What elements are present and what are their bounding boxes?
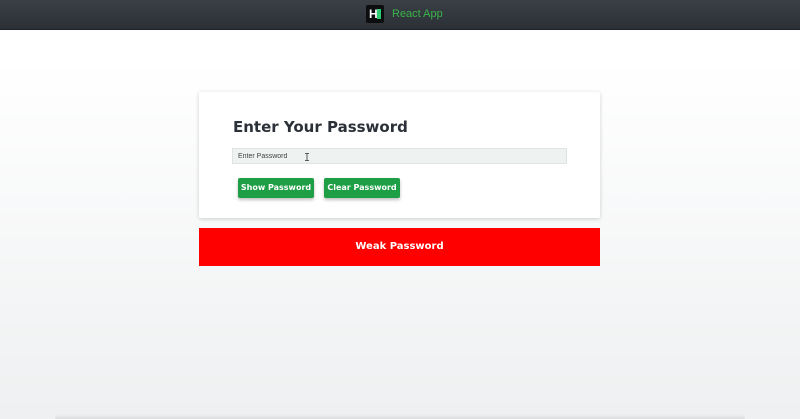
password-card: Enter Your Password Show Password Clear … bbox=[199, 92, 600, 218]
password-input[interactable] bbox=[232, 148, 567, 164]
password-strength-banner: Weak Password bbox=[199, 228, 600, 266]
password-strength-label: Weak Password bbox=[355, 241, 444, 252]
app-title: React App bbox=[392, 8, 443, 20]
text-cursor-icon bbox=[305, 153, 309, 161]
card-title: Enter Your Password bbox=[233, 118, 408, 136]
top-bar: H React App bbox=[0, 0, 800, 30]
clear-password-button[interactable]: Clear Password bbox=[324, 178, 400, 198]
logo-block bbox=[377, 9, 381, 19]
hackerrank-logo-icon: H bbox=[366, 5, 384, 23]
bottom-shadow bbox=[55, 414, 745, 419]
show-password-button[interactable]: Show Password bbox=[238, 178, 314, 198]
